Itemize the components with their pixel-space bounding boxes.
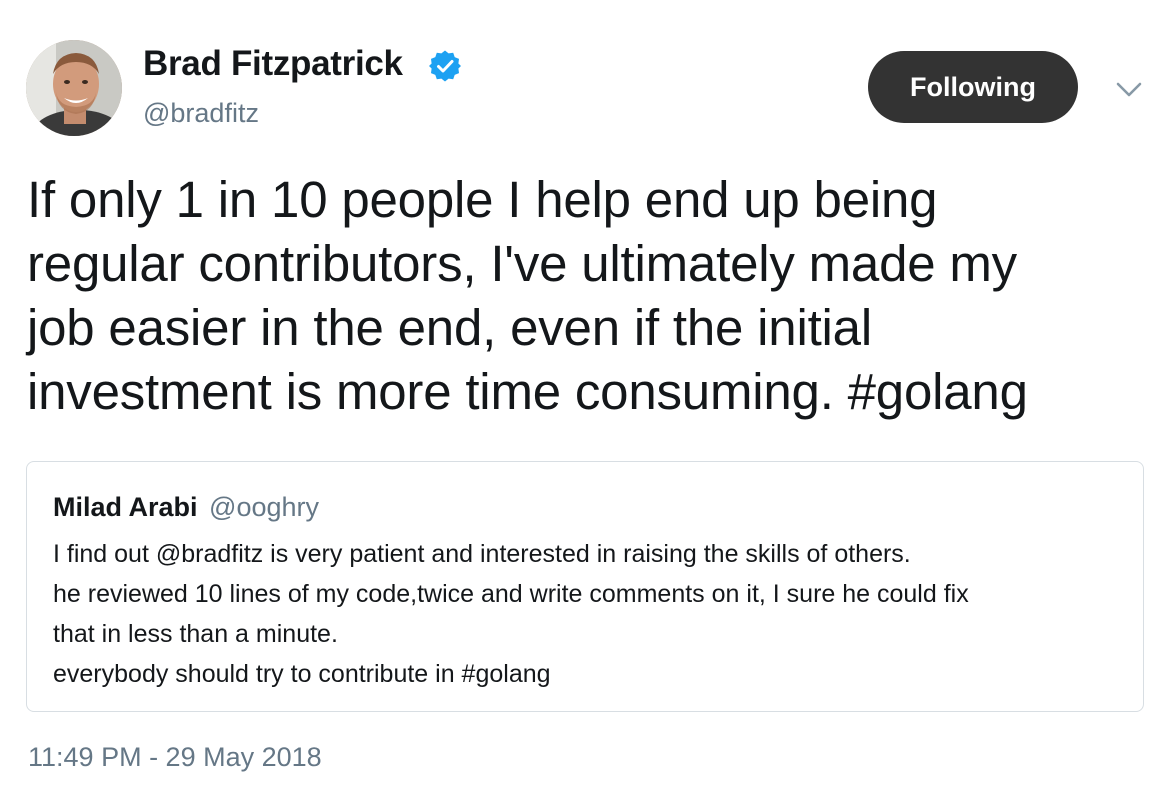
tweet-text: If only 1 in 10 people I help end up bei… — [27, 168, 1152, 424]
quoted-text-line: he reviewed 10 lines of my code,twice an… — [53, 580, 969, 608]
chevron-down-icon[interactable] — [1115, 80, 1143, 100]
avatar-photo-icon — [26, 40, 122, 136]
avatar[interactable] — [26, 40, 122, 136]
following-button[interactable]: Following — [868, 51, 1078, 123]
hashtag-link[interactable]: #golang — [848, 363, 1028, 420]
tweet-text-line: regular contributors, I've ultimately ma… — [27, 235, 1017, 292]
tweet-timestamp[interactable]: 11:49 PM - 29 May 2018 — [28, 742, 322, 773]
quoted-tweet-header: Milad Arabi @ooghry — [53, 492, 319, 523]
author-handle[interactable]: @bradfitz — [143, 98, 259, 129]
quoted-tweet-text: I find out @bradfitz is very patient and… — [53, 534, 1123, 694]
tweet-text-line: job easier in the end, even if the initi… — [27, 299, 872, 356]
quoted-text-line: everybody should try to contribute in #g… — [53, 660, 551, 688]
quoted-author-name[interactable]: Milad Arabi — [53, 492, 198, 522]
quoted-author-handle[interactable]: @ooghry — [209, 492, 319, 522]
quoted-text-line: that in less than a minute. — [53, 620, 338, 648]
tweet-text-line: investment is more time consuming. #gola… — [27, 360, 1152, 424]
tweet-text-segment: investment is more time consuming. — [27, 363, 848, 420]
tweet-text-line: If only 1 in 10 people I help end up bei… — [27, 171, 938, 228]
tweet: Brad Fitzpatrick @bradfitz Following If … — [0, 0, 1170, 802]
verified-badge-icon — [429, 50, 461, 82]
quoted-tweet-card[interactable]: Milad Arabi @ooghry I find out @bradfitz… — [26, 461, 1144, 712]
author-display-name[interactable]: Brad Fitzpatrick — [143, 44, 403, 84]
quoted-text-line: I find out @bradfitz is very patient and… — [53, 540, 911, 568]
